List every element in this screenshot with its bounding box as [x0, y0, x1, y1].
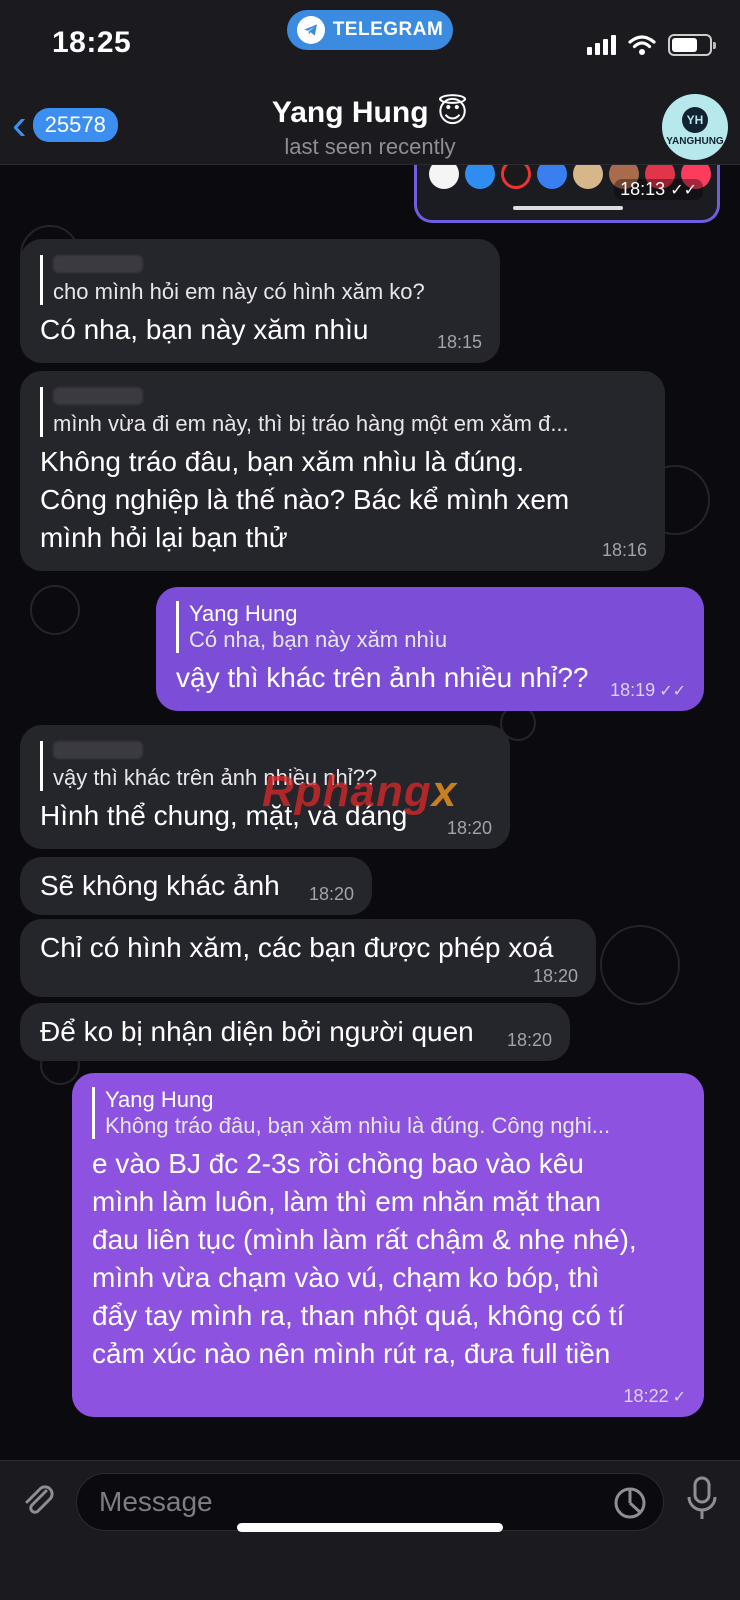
redacted-name [53, 255, 143, 273]
status-bar: 18:25 TELEGRAM [0, 0, 740, 95]
message-bubble[interactable]: Chỉ có hình xăm, các bạn được phép xoá 1… [20, 919, 596, 997]
message-time: 18:16 [601, 540, 647, 560]
redacted-name [53, 387, 143, 405]
telegram-pill[interactable]: TELEGRAM [287, 10, 453, 50]
message-bubble-outgoing[interactable]: Yang Hung Có nha, bạn này xăm nhìu vậy t… [156, 587, 704, 711]
message-text: Có nha, bạn này xăm nhìu [40, 314, 369, 345]
avatar-logo-icon: YH [682, 107, 708, 133]
reply-quote[interactable]: Yang Hung Có nha, bạn này xăm nhìu [176, 601, 684, 653]
message-text: e vào BJ đc 2-3s rồi chồng bao vào kêu m… [92, 1148, 637, 1369]
telegram-plane-icon [296, 16, 325, 44]
redacted-name [53, 741, 143, 759]
message-time: 18:19 ✓✓ [610, 680, 686, 700]
cellular-signal-icon [587, 35, 616, 55]
home-indicator [237, 1523, 503, 1532]
read-checkmarks-icon: ✓✓ [659, 682, 686, 700]
battery-icon [668, 34, 716, 56]
message-time: 18:20 [532, 966, 578, 986]
message-bubble[interactable]: Để ko bị nhận diện bởi người quen 18:20 [20, 1003, 570, 1061]
image-message-preview[interactable]: 18:13 ✓✓ [414, 165, 720, 223]
microphone-icon[interactable] [684, 1475, 720, 1523]
message-bubble[interactable]: mình vừa đi em này, thì bị tráo hàng một… [20, 371, 665, 571]
paperclip-icon[interactable] [18, 1479, 58, 1519]
telegram-pill-label: TELEGRAM [332, 19, 444, 40]
back-button[interactable]: ‹ 25578 [12, 103, 118, 147]
sticker-icon[interactable] [613, 1486, 647, 1520]
message-time: 18:20 [506, 1030, 552, 1050]
message-text: vậy thì khác trên ảnh nhiều nhỉ?? [176, 662, 589, 693]
avatar-label: YANGHUNG [666, 136, 724, 147]
reply-quote[interactable]: cho mình hỏi em này có hình xăm ko? [40, 255, 480, 305]
reply-quote[interactable]: mình vừa đi em này, thì bị tráo hàng một… [40, 387, 645, 437]
unread-count-badge: 25578 [32, 108, 118, 142]
message-input-bar [0, 1460, 740, 1600]
message-time: 18:22 ✓ [623, 1386, 686, 1406]
message-time: 18:15 [436, 332, 482, 352]
avatar[interactable]: YH YANGHUNG [662, 94, 728, 160]
watermark-logo: Rphangx [262, 767, 458, 816]
system-icons [587, 34, 716, 56]
message-bubble[interactable]: cho mình hỏi em này có hình xăm ko? Có n… [20, 239, 500, 363]
message-bubble[interactable]: Sẽ không khác ảnh 18:20 [20, 857, 372, 915]
wifi-icon [628, 35, 656, 55]
message-time: 18:20 [446, 818, 492, 838]
message-input[interactable] [77, 1474, 557, 1530]
chevron-left-icon: ‹ [12, 100, 27, 149]
message-text: Không tráo đâu, bạn xăm nhìu là đúng. Cô… [40, 446, 570, 553]
message-text: Chỉ có hình xăm, các bạn được phép xoá [40, 932, 554, 963]
message-time: 18:13 ✓✓ [614, 179, 703, 200]
message-text: Để ko bị nhận diện bởi người quen [40, 1016, 474, 1047]
clock: 18:25 [52, 26, 132, 59]
message-bubble-outgoing[interactable]: Yang Hung Không tráo đâu, bạn xăm nhìu l… [72, 1073, 704, 1417]
chat-area[interactable]: 18:13 ✓✓ cho mình hỏi em này có hình xăm… [0, 165, 740, 1460]
chat-header: Yang Hung 😇 last seen recently ‹ 25578 Y… [0, 94, 740, 165]
reply-quote[interactable]: Yang Hung Không tráo đâu, bạn xăm nhìu l… [92, 1087, 684, 1139]
message-text: Sẽ không khác ảnh [40, 870, 280, 901]
message-time: 18:20 [308, 884, 354, 904]
sent-checkmark-icon: ✓ [672, 1388, 686, 1406]
